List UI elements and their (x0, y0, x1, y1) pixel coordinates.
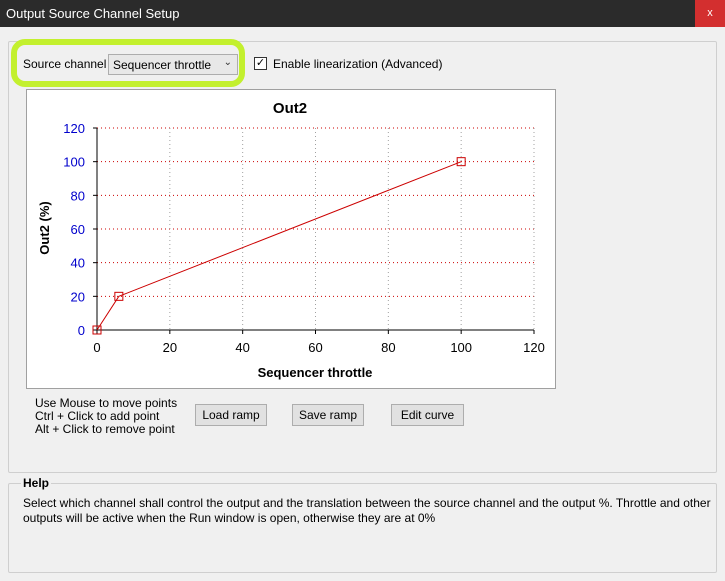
x-tick-label: 40 (235, 340, 249, 355)
y-tick-label: 40 (71, 256, 85, 271)
y-tick-label: 100 (63, 155, 85, 170)
ramp-chart[interactable]: Out2 Sequencer throttle Out2 (%) 0 20 40 60… (26, 89, 556, 389)
hint-remove: Alt + Click to remove point (35, 422, 175, 436)
plot-area: 0 20 40 60 80 100 120 0 20 40 60 80 100 120 (63, 121, 545, 355)
y-tick-label: 60 (71, 222, 85, 237)
help-text: Select which channel shall control the o… (23, 496, 711, 525)
chart-title: Out2 (273, 100, 307, 117)
save-ramp-button[interactable]: Save ramp (292, 404, 364, 426)
help-title: Help (21, 476, 52, 490)
edit-curve-button[interactable]: Edit curve (391, 404, 464, 426)
x-tick-label: 0 (93, 340, 100, 355)
chart-svg: Out2 Sequencer throttle Out2 (%) 0 20 40 60… (37, 100, 545, 380)
y-tick-label: 120 (63, 121, 85, 136)
y-tick-label: 80 (71, 188, 85, 203)
hint-add: Ctrl + Click to add point (35, 409, 160, 423)
y-tick-label: 20 (71, 289, 85, 304)
y-tick-label: 0 (78, 323, 85, 338)
window-title: Output Source Channel Setup (6, 6, 180, 21)
source-channel-value: Sequencer throttle (113, 58, 212, 72)
x-tick-label: 80 (381, 340, 395, 355)
x-tick-label: 120 (523, 340, 545, 355)
linearization-checkbox[interactable]: ✓ (254, 57, 267, 70)
source-channel-select[interactable]: Sequencer throttle ⌄ (108, 54, 238, 75)
linearization-label: Enable linearization (Advanced) (273, 57, 443, 71)
load-ramp-button[interactable]: Load ramp (195, 404, 267, 426)
source-channel-label: Source channel (23, 57, 107, 71)
x-tick-label: 60 (308, 340, 322, 355)
x-tick-label: 100 (450, 340, 472, 355)
x-tick-label: 20 (163, 340, 177, 355)
close-button[interactable]: x (695, 0, 725, 27)
title-bar: Output Source Channel Setup x (0, 0, 725, 27)
hint-move: Use Mouse to move points (35, 396, 178, 410)
chevron-down-icon: ⌄ (223, 57, 232, 68)
ramp-line (96, 161, 462, 331)
x-axis-label: Sequencer throttle (258, 365, 373, 380)
y-axis-label: Out2 (%) (37, 201, 52, 254)
